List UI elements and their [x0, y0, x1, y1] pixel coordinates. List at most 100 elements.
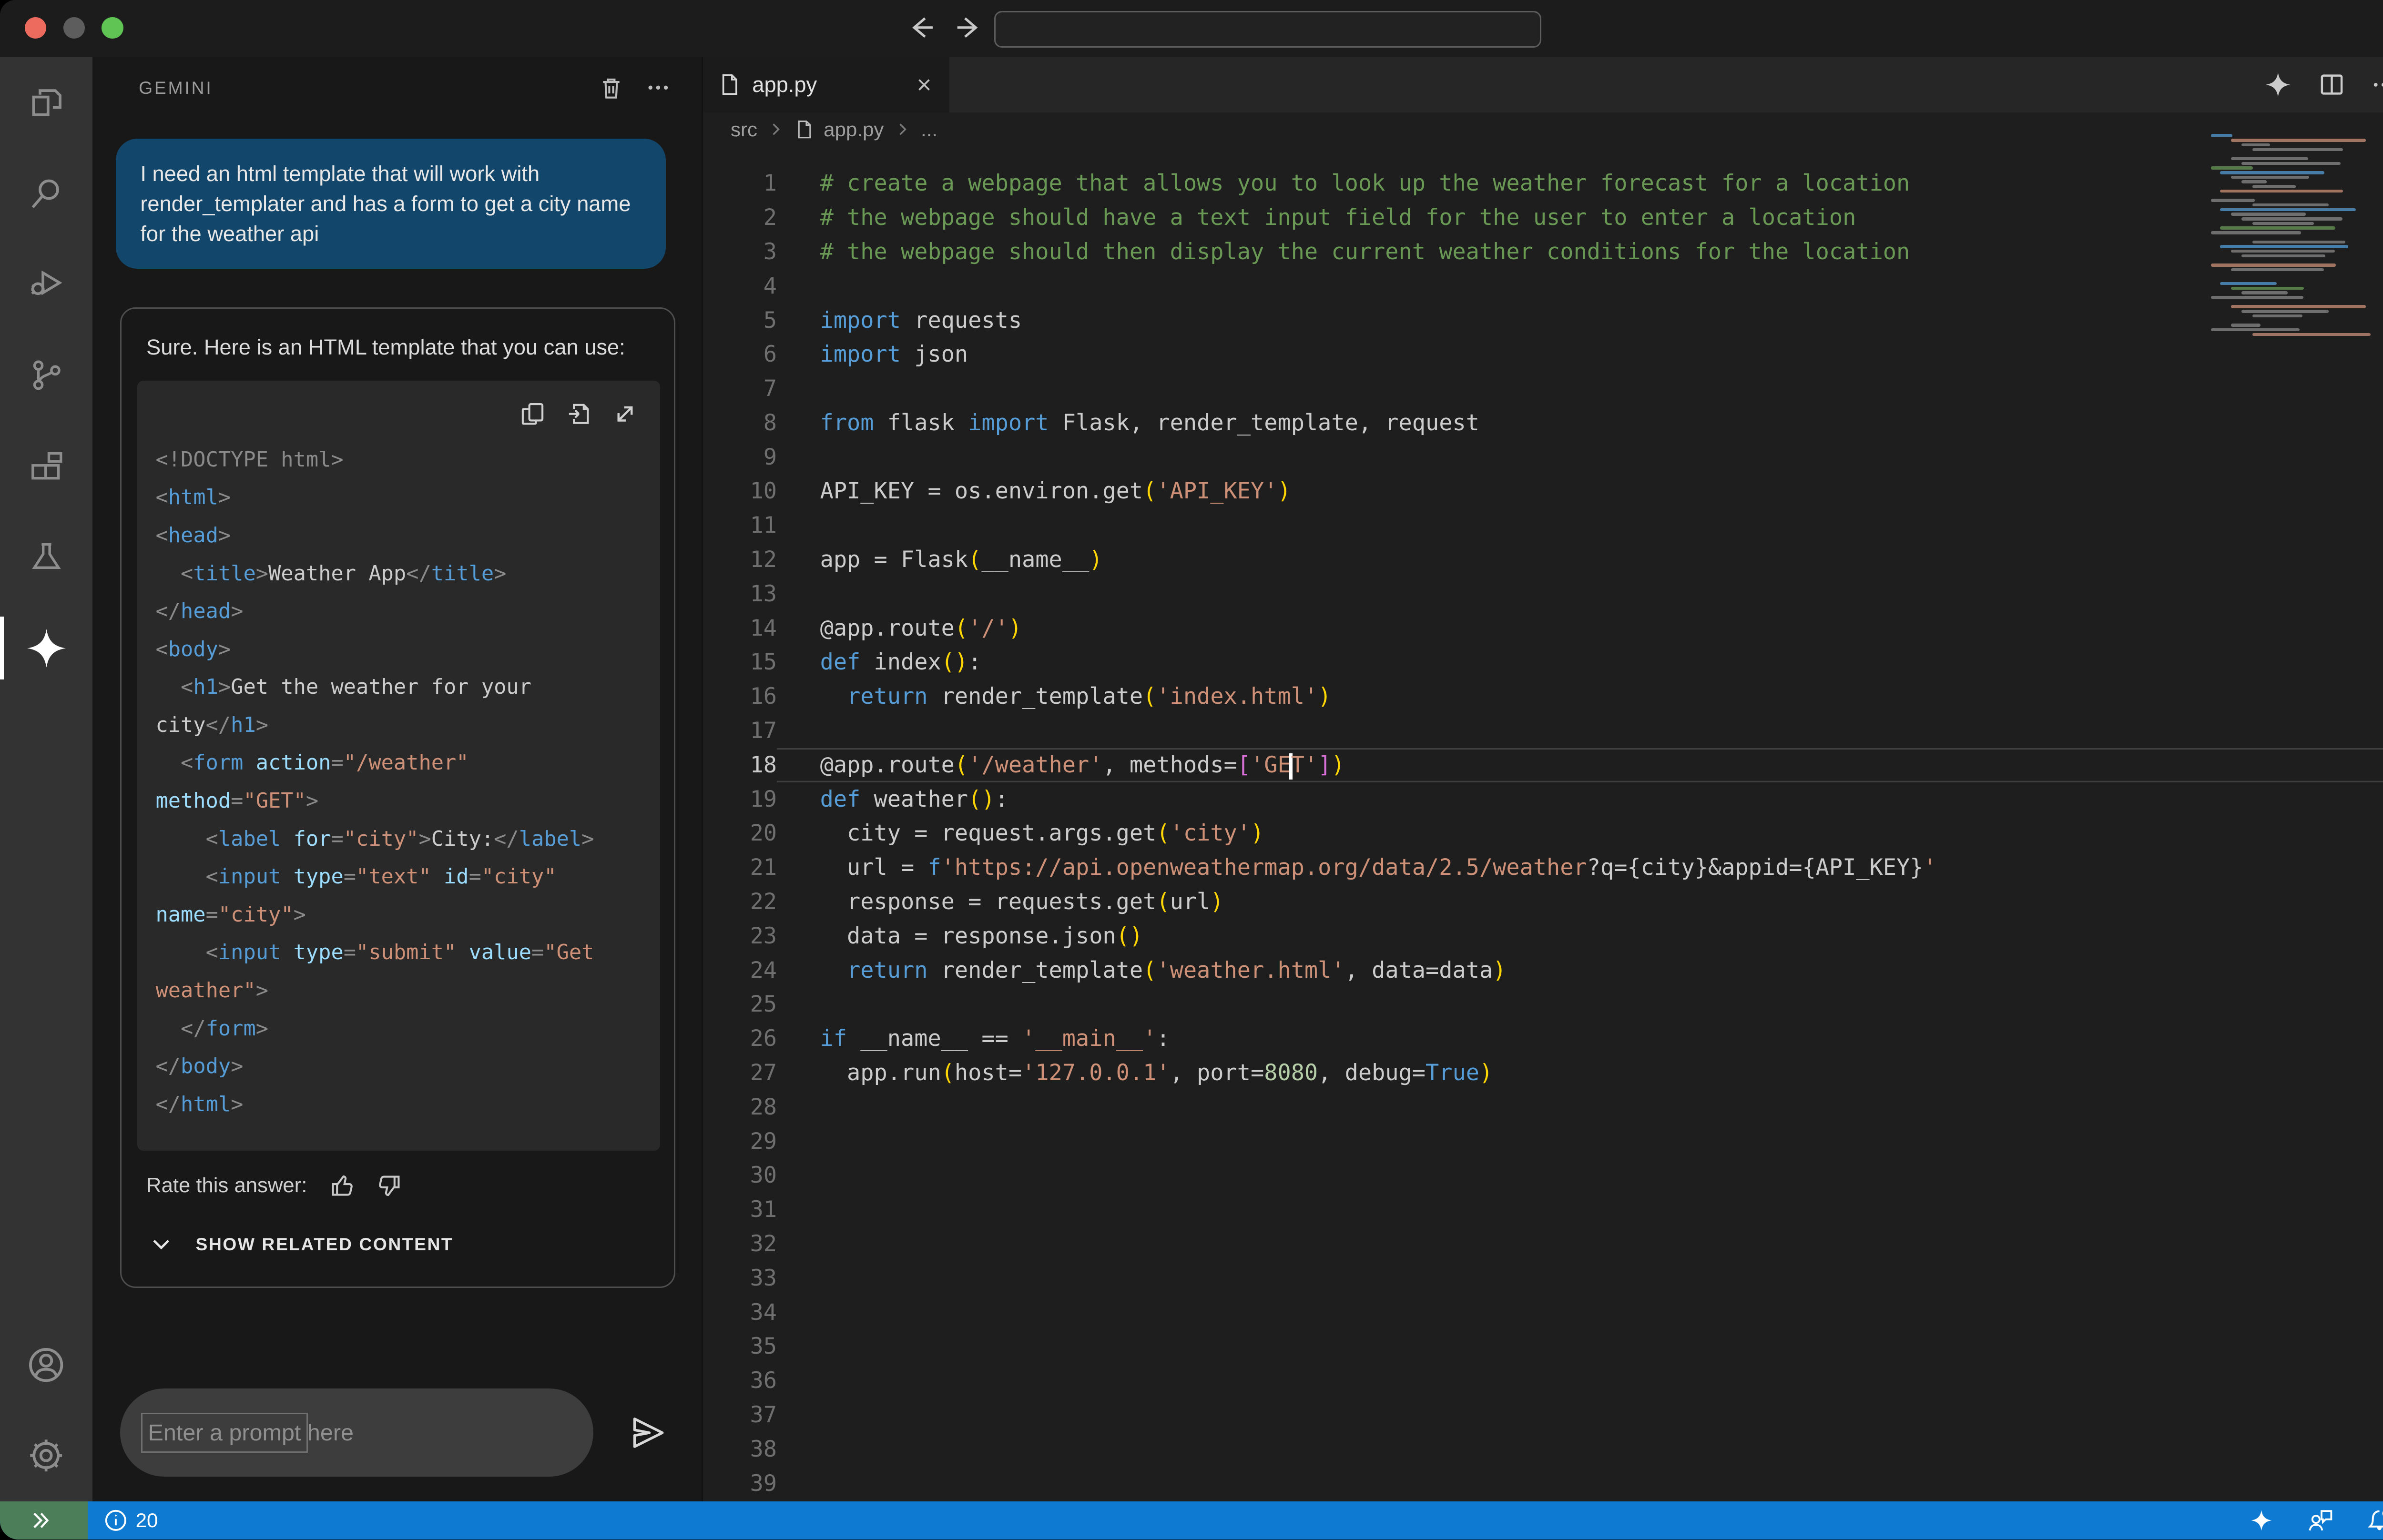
code-token: </	[155, 1054, 181, 1078]
code-line[interactable]: 9	[703, 440, 2383, 475]
remote-indicator-button[interactable]	[0, 1501, 88, 1540]
code-line[interactable]: 14@app.route('/')	[703, 611, 2383, 646]
chevron-right-icon	[893, 120, 912, 139]
code-line[interactable]: 11	[703, 508, 2383, 543]
account-icon[interactable]	[0, 1319, 92, 1410]
code-line[interactable]: 33	[703, 1261, 2383, 1296]
close-tab-icon[interactable]	[914, 75, 934, 95]
code-line[interactable]: 17	[703, 714, 2383, 748]
code-token: <	[181, 561, 193, 586]
prompt-input[interactable]: Enter a prompt here	[120, 1388, 593, 1476]
code-line[interactable]: 1# create a webpage that allows you to l…	[703, 166, 2383, 201]
code-line[interactable]: 8from flask import Flask, render_templat…	[703, 406, 2383, 440]
code-line[interactable]: 28	[703, 1090, 2383, 1125]
code-line[interactable]: 26if __name__ == '__main__':	[703, 1022, 2383, 1056]
code-line[interactable]: 21 url = f'https://api.openweathermap.or…	[703, 851, 2383, 885]
forward-arrow-icon[interactable]	[953, 9, 984, 46]
status-sparkle-icon[interactable]	[2249, 1508, 2274, 1533]
prompt-placeholder: Enter a prompt here	[148, 1419, 354, 1446]
code-token: id	[431, 864, 469, 889]
code-token: =	[331, 827, 343, 851]
code-line[interactable]: 20 city = request.args.get('city')	[703, 816, 2383, 851]
code-line[interactable]: 5import requests	[703, 304, 2383, 338]
code-token: "/weather"	[344, 750, 469, 775]
line-number: 36	[703, 1364, 777, 1398]
editor-more-actions-icon[interactable]	[2371, 72, 2383, 97]
code-token: , port=	[1170, 1060, 1264, 1086]
testing-beaker-icon[interactable]	[0, 512, 92, 603]
code-line[interactable]: 3# the webpage should then display the c…	[703, 235, 2383, 269]
command-center-search-box[interactable]	[994, 11, 1541, 48]
code-line[interactable]: 36	[703, 1364, 2383, 1398]
back-arrow-icon[interactable]	[906, 9, 937, 46]
code-line[interactable]: 22 response = requests.get(url)	[703, 885, 2383, 919]
code-line[interactable]: 19def weather():	[703, 782, 2383, 817]
thumbs-up-icon[interactable]	[329, 1173, 355, 1199]
split-editor-icon[interactable]	[2319, 71, 2345, 98]
code-line[interactable]: 23 data = response.json()	[703, 919, 2383, 953]
code-line[interactable]: 24 return render_template('weather.html'…	[703, 953, 2383, 988]
line-content	[777, 1432, 2383, 1467]
code-line[interactable]: 10API_KEY = os.environ.get('API_KEY')	[703, 474, 2383, 508]
show-related-content-button[interactable]: SHOW RELATED CONTENT	[122, 1208, 674, 1271]
code-token: <	[206, 827, 218, 851]
code-line[interactable]: 29	[703, 1125, 2383, 1159]
insert-code-into-file-icon[interactable]	[566, 399, 592, 428]
code-line[interactable]: 38	[703, 1432, 2383, 1467]
code-line[interactable]: 16 return render_template('index.html')	[703, 679, 2383, 714]
code-line[interactable]: 4	[703, 269, 2383, 304]
thumbs-down-icon[interactable]	[377, 1173, 403, 1199]
code-token: )	[1318, 683, 1331, 709]
tab-app-py[interactable]: app.py	[703, 57, 950, 112]
extensions-icon[interactable]	[0, 421, 92, 512]
send-prompt-icon[interactable]	[628, 1410, 669, 1455]
code-line[interactable]: 7	[703, 372, 2383, 406]
gemini-editor-sparkle-icon[interactable]	[2263, 70, 2292, 99]
code-editor[interactable]: 1# create a webpage that allows you to l…	[703, 146, 2383, 1501]
settings-gear-icon[interactable]	[0, 1410, 92, 1501]
explorer-icon[interactable]	[0, 57, 92, 148]
run-debug-icon[interactable]	[0, 239, 92, 330]
breadcrumb-file-icon	[794, 119, 815, 140]
code-line[interactable]: 6import json	[703, 337, 2383, 372]
code-line[interactable]: 32	[703, 1227, 2383, 1261]
code-line[interactable]: 31	[703, 1193, 2383, 1227]
code-line[interactable]: 15def index():	[703, 645, 2383, 679]
minimize-window-button[interactable]	[63, 17, 85, 39]
problems-info-button[interactable]: 20	[88, 1501, 173, 1540]
code-token: :	[995, 786, 1008, 812]
code-line[interactable]: 34	[703, 1296, 2383, 1330]
code-line[interactable]: 18@app.route('/weather', methods=['GET']…	[703, 748, 2383, 782]
breadcrumb-symbol[interactable]: ...	[921, 118, 937, 141]
code-token: response = requests.get	[820, 889, 1157, 915]
code-token: for	[281, 827, 331, 851]
code-line[interactable]: 2# the webpage should have a text input …	[703, 201, 2383, 235]
source-control-icon[interactable]	[0, 330, 92, 421]
trash-icon[interactable]	[598, 74, 624, 101]
code-line[interactable]: 30	[703, 1158, 2383, 1193]
expand-code-icon[interactable]	[612, 399, 638, 428]
minimap[interactable]	[2211, 134, 2383, 337]
code-line[interactable]: 27 app.run(host='127.0.0.1', port=8080, …	[703, 1056, 2383, 1090]
code-line[interactable]: 39	[703, 1467, 2383, 1501]
code-token: >	[218, 675, 231, 699]
code-token: >	[218, 485, 231, 509]
code-token: title	[193, 561, 255, 586]
code-line[interactable]: 13	[703, 577, 2383, 611]
notifications-bell-icon[interactable]	[2366, 1508, 2383, 1534]
breadcrumb-app-py[interactable]: app.py	[824, 118, 884, 141]
code-line[interactable]: 25	[703, 987, 2383, 1022]
code-line[interactable]: 37	[703, 1398, 2383, 1432]
search-icon[interactable]	[0, 148, 92, 239]
zoom-window-button[interactable]	[102, 17, 123, 39]
breadcrumb-src[interactable]: src	[731, 118, 757, 141]
line-number: 24	[703, 953, 777, 988]
close-window-button[interactable]	[25, 17, 46, 39]
feedback-icon[interactable]	[2306, 1508, 2334, 1534]
line-content: @app.route('/weather', methods=['GET'])	[777, 748, 2383, 782]
gemini-sparkle-icon[interactable]	[0, 603, 92, 694]
copy-code-icon[interactable]	[519, 399, 546, 428]
code-line[interactable]: 12app = Flask(__name__)	[703, 543, 2383, 577]
more-actions-icon[interactable]	[646, 75, 671, 100]
code-line[interactable]: 35	[703, 1329, 2383, 1364]
